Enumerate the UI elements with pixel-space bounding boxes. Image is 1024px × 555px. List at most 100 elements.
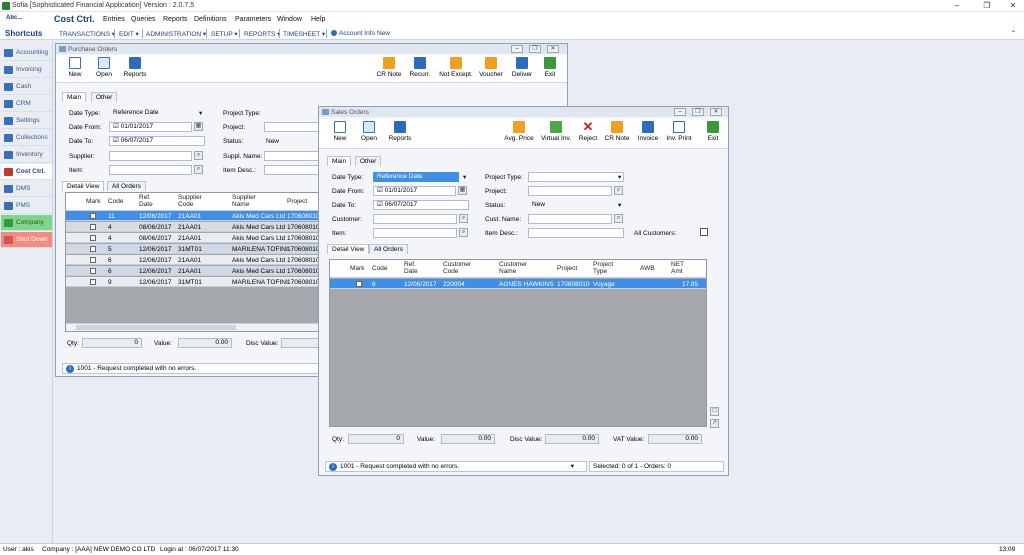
item-desc-field[interactable] <box>528 228 624 238</box>
table-row[interactable]: 9 12/06/2017 31MT01 MARILENA TOFINI 17060801… <box>66 277 318 287</box>
search-icon[interactable]: ⌕ <box>459 214 468 223</box>
not-except-button[interactable]: Not Except. <box>438 57 474 82</box>
item-desc-field[interactable] <box>264 165 319 175</box>
restore-icon[interactable]: ❐ <box>978 1 996 11</box>
menu-window[interactable]: Window <box>277 16 302 23</box>
restore-icon[interactable]: ❐ <box>529 45 541 53</box>
table-row[interactable]: 6 12/06/2017 220004 AGNES HAWKINS 170608010 V… <box>330 279 706 289</box>
sidebar-item-company[interactable]: Company <box>1 215 52 231</box>
menu-reports[interactable]: Reports <box>163 16 188 23</box>
shortcut-administration[interactable]: ADMINISTRATION ▾ <box>146 30 206 38</box>
tab-other[interactable]: Other <box>355 156 382 166</box>
sidebar-item-inventory[interactable]: Inventory <box>1 147 52 163</box>
column-header[interactable]: Ref. Date <box>139 194 169 208</box>
close-icon[interactable]: ✕ <box>1004 1 1022 11</box>
chevron-down-icon[interactable]: ▾ <box>571 462 574 471</box>
reports-button[interactable]: Reports <box>122 57 148 82</box>
inv-print-button[interactable]: Inv. Print <box>665 121 693 146</box>
open-button[interactable]: Open <box>358 121 380 146</box>
minimize-icon[interactable]: – <box>674 108 686 116</box>
suppl-name-field[interactable] <box>264 151 319 161</box>
row-checkbox[interactable] <box>90 224 96 230</box>
calendar-icon[interactable]: ▦ <box>458 186 467 195</box>
search-icon[interactable]: ⌕ <box>614 214 623 223</box>
reject-button[interactable]: ✕ Reject <box>577 120 599 146</box>
new-button[interactable]: New <box>64 57 86 82</box>
table-row[interactable]: 6 12/06/2017 21AA01 Akis Med Cars Ltd 170608… <box>66 255 318 265</box>
avg-price-button[interactable]: Avg. Price <box>502 121 536 146</box>
cr-note-button[interactable]: CR Note <box>376 57 402 82</box>
date-type-select[interactable]: Reference Date <box>373 172 459 182</box>
search-icon[interactable]: ⌕ <box>194 151 203 160</box>
status-value[interactable]: New <box>266 138 279 145</box>
row-checkbox[interactable] <box>90 279 96 285</box>
open-button[interactable]: Open <box>93 57 115 82</box>
date-from-field[interactable]: ☑ 01/01/2017 <box>109 122 192 132</box>
close-icon[interactable]: ✕ <box>710 108 722 116</box>
shortcut-setup[interactable]: SETUP ▾ <box>211 30 238 38</box>
menu-help[interactable]: Help <box>311 16 325 23</box>
sidebar-item-settings[interactable]: Settings <box>1 113 52 129</box>
tab-all-orders[interactable]: All Orders <box>107 181 146 191</box>
shortcut-transactions[interactable]: TRANSACTIONS ▾ <box>59 30 115 38</box>
row-checkbox[interactable] <box>90 257 96 263</box>
search-icon[interactable]: ⌕ <box>194 165 203 174</box>
sidebar-item-collections[interactable]: Collections <box>1 130 52 146</box>
tab-other[interactable]: Other <box>91 92 118 102</box>
row-checkbox[interactable] <box>356 281 362 287</box>
table-row[interactable]: 4 08/06/2017 21AA01 Akis Med Cars Ltd 170608… <box>66 222 318 232</box>
sidebar-item-cost-ctrl[interactable]: Cost Ctrl. <box>1 164 52 180</box>
sidebar-item-pms[interactable]: PMS <box>1 198 52 214</box>
column-header[interactable]: Project <box>287 198 307 205</box>
purchase-window-titlebar[interactable]: Purchase Orders – ❐ ✕ <box>56 44 567 54</box>
column-header[interactable]: NET Amt <box>671 261 701 275</box>
column-header[interactable]: Code <box>372 265 388 272</box>
restore-icon[interactable]: ❐ <box>692 108 704 116</box>
table-row[interactable]: 11 12/06/2017 21AA01 Akis Med Cars Ltd 17060… <box>66 211 318 221</box>
shortcut-edit[interactable]: EDIT ▾ <box>119 30 139 38</box>
column-header[interactable]: Code <box>108 198 124 205</box>
date-type-select[interactable]: Reference Date <box>109 108 205 118</box>
close-icon[interactable]: ✕ <box>547 45 559 53</box>
menu-entries[interactable]: Entries <box>103 16 125 23</box>
column-header[interactable]: Ref. Date <box>404 261 434 275</box>
column-header[interactable]: Project Type <box>593 261 623 275</box>
column-header[interactable]: Supplier Name <box>232 194 272 208</box>
table-row[interactable]: 4 08/06/2017 21AA01 Akis Med Cars Ltd 170608… <box>66 233 318 243</box>
row-checkbox[interactable] <box>90 268 96 274</box>
scrollbar-thumb[interactable] <box>76 325 236 330</box>
tab-main[interactable]: Main <box>327 156 352 166</box>
select-all-icon[interactable]: □ <box>710 407 719 416</box>
row-checkbox[interactable] <box>90 213 96 219</box>
cust-name-field[interactable] <box>528 214 612 224</box>
tab-all-orders[interactable]: All Orders <box>369 244 408 254</box>
column-header[interactable]: AWB <box>640 265 655 272</box>
row-checkbox[interactable] <box>90 235 96 241</box>
shortcut-account-info[interactable]: Account Info New <box>339 30 390 37</box>
virtual-inv-button[interactable]: Virtual Inv. <box>539 121 573 146</box>
sidebar-item-accounting[interactable]: Accounting <box>1 45 52 61</box>
calendar-icon[interactable]: ▦ <box>194 122 203 131</box>
deliver-button[interactable]: Deliver <box>509 57 535 82</box>
exit-button[interactable]: Exit <box>540 57 560 82</box>
project-field[interactable] <box>528 186 612 196</box>
minimize-icon[interactable]: – <box>948 1 966 11</box>
invoice-button[interactable]: Invoice <box>636 121 660 146</box>
shortcut-timesheet[interactable]: TIMESHEET ▾ <box>283 30 325 38</box>
collapse-icon[interactable]: ⌃ <box>1010 29 1017 38</box>
column-header[interactable]: Project <box>557 265 577 272</box>
export-icon[interactable]: ↗ <box>710 419 719 428</box>
sales-window-titlebar[interactable]: Sales Orders – ❐ ✕ <box>319 107 728 117</box>
all-customers-checkbox[interactable] <box>700 228 708 236</box>
column-header[interactable]: Mark <box>86 198 100 205</box>
column-header[interactable]: Customer Code <box>443 261 483 275</box>
item-field[interactable] <box>109 165 192 175</box>
sidebar-item-cash[interactable]: Cash <box>1 79 52 95</box>
supplier-field[interactable] <box>109 151 192 161</box>
menu-definitions[interactable]: Definitions <box>194 16 227 23</box>
row-checkbox[interactable] <box>90 246 96 252</box>
menu-queries[interactable]: Queries <box>131 16 156 23</box>
search-icon[interactable]: ⌕ <box>459 228 468 237</box>
column-header[interactable]: Customer Name <box>499 261 539 275</box>
status-select[interactable]: New <box>528 200 624 210</box>
